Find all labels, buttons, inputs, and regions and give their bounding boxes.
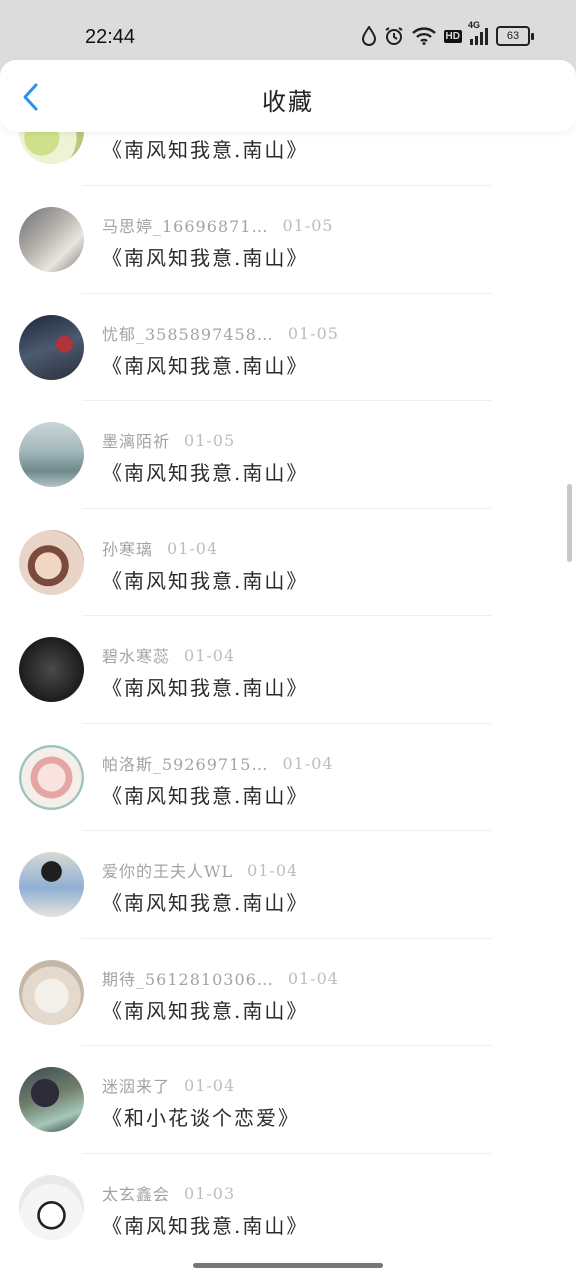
date: 01-05: [282, 215, 334, 235]
favorite-title: 《和小花谈个恋爱》: [102, 1106, 300, 1130]
user-name: 迷洇来了: [102, 1077, 171, 1096]
date: 01-04: [184, 645, 236, 665]
avatar: [19, 1067, 84, 1132]
user-name: 碧水寒蕊: [102, 647, 171, 666]
favorite-title: 《南风知我意.南山》: [102, 891, 309, 915]
user-name: 帕洛斯_59269715…: [102, 755, 269, 774]
user-name: 墨漓陌祈: [102, 432, 171, 451]
avatar: [19, 530, 84, 595]
list-item[interactable]: 帕洛斯_59269715… 01-04 《南风知我意.南山》: [0, 724, 576, 831]
favorites-list: 《南风知我意.南山》 马思婷_16696871… 01-05 《南风知我意.南山》…: [0, 132, 576, 1252]
list-item[interactable]: 忧郁_3585897458… 01-05 《南风知我意.南山》: [0, 294, 576, 401]
list-item[interactable]: 太玄鑫会 01-03 《南风知我意.南山》: [0, 1154, 576, 1252]
user-name: 爱你的王夫人WL: [102, 862, 234, 881]
avatar: [19, 637, 84, 702]
user-name: 太玄鑫会: [102, 1185, 171, 1204]
list-item[interactable]: 期待_5612810306… 01-04 《南风知我意.南山》: [0, 939, 576, 1046]
favorite-title: 《南风知我意.南山》: [102, 138, 309, 162]
water-drop-icon: [361, 26, 376, 46]
status-time: 22:44: [85, 26, 136, 48]
status-icons: HD 4G 63: [361, 20, 534, 46]
list-item[interactable]: 马思婷_16696871… 01-05 《南风知我意.南山》: [0, 186, 576, 293]
date: 01-04: [282, 753, 334, 773]
favorite-title: 《南风知我意.南山》: [102, 354, 309, 378]
favorite-title: 《南风知我意.南山》: [102, 569, 309, 593]
favorite-title: 《南风知我意.南山》: [102, 461, 309, 485]
date: 01-05: [287, 323, 339, 343]
wifi-icon: [411, 27, 436, 45]
user-name: 忧郁_3585897458…: [102, 325, 274, 344]
list-item[interactable]: 爱你的王夫人WL 01-04 《南风知我意.南山》: [0, 831, 576, 938]
hd-badge: HD: [443, 29, 462, 43]
date: 01-04: [287, 968, 339, 988]
user-name: 期待_5612810306…: [102, 970, 274, 989]
date: 01-04: [247, 860, 299, 880]
avatar: [19, 1175, 84, 1240]
date: 01-04: [184, 1075, 236, 1095]
list-item[interactable]: 孙寒璃 01-04 《南风知我意.南山》: [0, 509, 576, 616]
favorite-title: 《南风知我意.南山》: [102, 784, 309, 808]
favorite-title: 《南风知我意.南山》: [102, 246, 309, 270]
avatar: [19, 960, 84, 1025]
user-name: 马思婷_16696871…: [102, 217, 269, 236]
battery-icon: 63: [496, 26, 534, 46]
page-title: 收藏: [262, 88, 314, 116]
favorite-title: 《南风知我意.南山》: [102, 676, 309, 700]
list-item[interactable]: 《南风知我意.南山》: [0, 132, 576, 185]
battery-level: 63: [496, 26, 530, 46]
signal-icon: 4G: [468, 20, 488, 45]
alarm-icon: [384, 26, 404, 46]
user-name: 孙寒璃: [102, 540, 154, 559]
date: 01-05: [184, 430, 236, 450]
nav-bar: 收藏: [0, 60, 576, 132]
scrollbar[interactable]: [567, 484, 572, 562]
date: 01-03: [184, 1183, 236, 1203]
avatar: [19, 852, 84, 917]
list-item[interactable]: 墨漓陌祈 01-05 《南风知我意.南山》: [0, 401, 576, 508]
date: 01-04: [167, 538, 219, 558]
favorite-title: 《南风知我意.南山》: [102, 999, 309, 1023]
avatar: [19, 422, 84, 487]
avatar: [19, 315, 84, 380]
list-item[interactable]: 碧水寒蕊 01-04 《南风知我意.南山》: [0, 616, 576, 723]
avatar: [19, 207, 84, 272]
favorite-title: 《南风知我意.南山》: [102, 1214, 309, 1238]
home-indicator[interactable]: [193, 1263, 383, 1268]
avatar: [19, 132, 84, 164]
list-item[interactable]: 迷洇来了 01-04 《和小花谈个恋爱》: [0, 1046, 576, 1153]
avatar: [19, 745, 84, 810]
